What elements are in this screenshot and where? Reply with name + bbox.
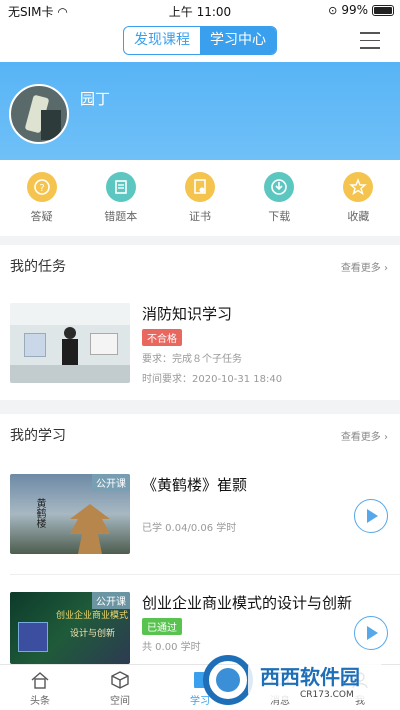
question-icon: ? xyxy=(26,172,57,202)
task-requirement: 要求：完成８个子任务 xyxy=(142,354,242,365)
course-thumb-text: 设计与创新 xyxy=(70,629,116,639)
watermark-logo: 西西软件园 CR173.COM xyxy=(200,652,390,707)
quick-actions: ? 答疑 错题本 证书 下载 收藏 xyxy=(0,160,400,236)
action-favorites[interactable]: 收藏 xyxy=(319,160,398,236)
course-thumb-text: 创业企业商业模式 xyxy=(56,611,129,621)
avatar[interactable] xyxy=(9,84,69,144)
tab-headlines-label: 头条 xyxy=(30,696,50,707)
play-button[interactable] xyxy=(354,616,388,650)
watermark-url: CR173.COM xyxy=(300,690,354,700)
course-thumbnail: 黄鹤楼 公开课 xyxy=(10,474,130,554)
download-icon xyxy=(264,172,295,202)
course-card[interactable]: 创业企业商业模式 设计与创新 公开课 创业企业商业模式的设计与创新 已通过 共 … xyxy=(0,574,400,664)
task-status-badge: 不合格 xyxy=(142,329,182,346)
svg-text:?: ? xyxy=(39,183,44,194)
course-hours: 共 0.00 学时 xyxy=(142,642,201,653)
star-icon xyxy=(343,172,374,202)
task-deadline: 时间要求：2020-10-31 18:40 xyxy=(142,374,283,385)
action-download[interactable]: 下载 xyxy=(240,160,319,236)
tab-discover-courses[interactable]: 发现课程 xyxy=(124,27,200,54)
status-bar: 无SIM卡 ◠ 上午 11:00 ⊙ 99% xyxy=(0,0,400,22)
action-qa[interactable]: ? 答疑 xyxy=(2,160,81,236)
nav-bar: 发现课程 学习中心 xyxy=(0,22,400,62)
play-button[interactable] xyxy=(354,499,388,533)
segment-control: 发现课程 学习中心 xyxy=(123,26,277,55)
action-favorites-label: 收藏 xyxy=(347,210,370,223)
task-title: 消防知识学习 xyxy=(142,305,233,323)
tasks-more-link[interactable]: 查看更多 › xyxy=(341,259,388,274)
menu-icon[interactable] xyxy=(360,32,380,50)
action-wrongbook[interactable]: 错题本 xyxy=(81,160,160,236)
open-course-badge: 公开课 xyxy=(92,592,130,609)
tab-headlines[interactable]: 头条 xyxy=(0,665,80,710)
app-screen: 无SIM卡 ◠ 上午 11:00 ⊙ 99% 发现课程 学习中心 园丁 ? 答疑 xyxy=(0,0,400,710)
action-download-label: 下载 xyxy=(268,210,291,223)
action-certificate-label: 证书 xyxy=(189,210,211,223)
course-thumb-text: 黄鹤楼 xyxy=(34,498,45,528)
course-status-badge: 已通过 xyxy=(142,618,182,635)
user-name: 园丁 xyxy=(80,90,111,108)
tab-learning-center[interactable]: 学习中心 xyxy=(200,27,276,54)
course-thumbnail: 创业企业商业模式 设计与创新 公开课 xyxy=(10,592,130,664)
watermark-brand: 西西软件园 xyxy=(260,665,360,689)
study-title: 我的学习 xyxy=(10,428,66,444)
battery-icon xyxy=(372,4,394,16)
home-icon xyxy=(29,670,51,690)
action-qa-label: 答疑 xyxy=(30,210,53,223)
task-card[interactable]: 消防知识学习 不合格 要求：完成８个子任务 时间要求：2020-10-31 18… xyxy=(0,285,400,400)
tab-space-label: 空间 xyxy=(110,696,130,707)
action-certificate[interactable]: 证书 xyxy=(160,160,239,236)
course-progress: 已学 0.04/0.06 学时 xyxy=(142,523,237,534)
profile-header xyxy=(0,62,400,160)
course-card[interactable]: 黄鹤楼 公开课 《黄鹤楼》崔颢 已学 0.04/0.06 学时 xyxy=(0,454,400,574)
action-wrongbook-label: 错题本 xyxy=(104,210,138,223)
task-thumbnail xyxy=(10,303,130,383)
certificate-icon xyxy=(185,172,215,202)
study-header: 我的学习 查看更多 › xyxy=(0,414,400,454)
tasks-title: 我的任务 xyxy=(10,259,66,275)
course-title: 创业企业商业模式的设计与创新 xyxy=(142,594,353,612)
lock-rotation-icon: ⊙ xyxy=(328,3,338,17)
notebook-icon xyxy=(105,172,136,202)
study-more-link[interactable]: 查看更多 › xyxy=(341,428,388,443)
tasks-header: 我的任务 查看更多 › xyxy=(0,245,400,285)
divider xyxy=(10,574,400,575)
open-course-badge: 公开课 xyxy=(92,474,130,491)
course-title: 《黄鹤楼》崔颢 xyxy=(142,476,248,494)
battery-percent: 99% xyxy=(341,3,368,17)
cube-icon xyxy=(109,670,131,690)
tab-space[interactable]: 空间 xyxy=(80,665,160,710)
